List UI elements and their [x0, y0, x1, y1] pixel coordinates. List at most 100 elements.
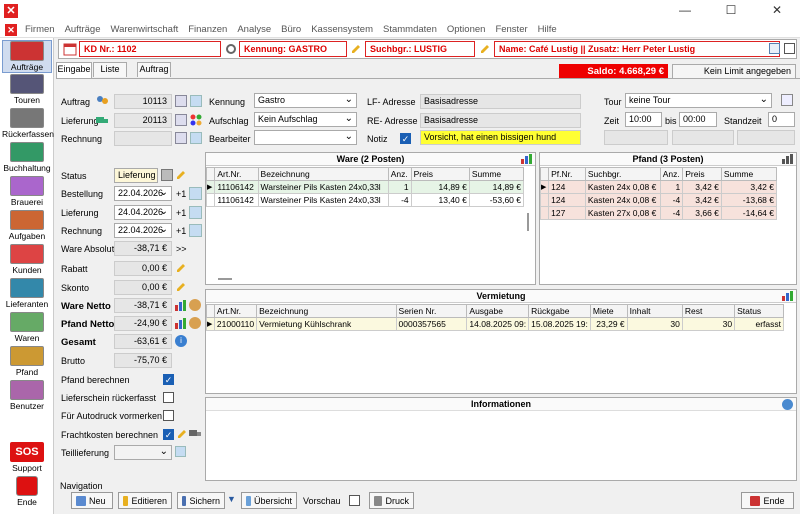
autodruck-checkbox[interactable] [163, 410, 174, 421]
chart-icon[interactable] [782, 291, 793, 301]
aufschlag-select[interactable]: Kein Aufschlag [254, 112, 357, 127]
sidebar-item-waren[interactable]: Waren [2, 312, 52, 343]
grid-icon[interactable] [781, 94, 793, 106]
menu-optionen[interactable]: Optionen [442, 22, 491, 37]
menu-finanzen[interactable]: Finanzen [183, 22, 232, 37]
calendar-button[interactable] [189, 187, 202, 200]
pencil-icon[interactable] [176, 170, 186, 180]
pencil-icon[interactable] [177, 429, 187, 439]
list-icon[interactable] [190, 95, 202, 107]
list-icon[interactable] [175, 446, 186, 457]
pencil-icon[interactable] [176, 282, 186, 292]
close-button[interactable]: ✕ [754, 0, 800, 22]
menu-fenster[interactable]: Fenster [490, 22, 532, 37]
rechnung-date[interactable]: 22.04.2026 [114, 223, 172, 238]
calendar-icon[interactable] [63, 42, 77, 56]
sidebar-item-aufträge[interactable]: Aufträge [2, 40, 52, 73]
column-header[interactable]: Summe [468, 167, 525, 181]
table-row[interactable]: ▶ 11106142 Warsteiner Pils Kasten 24x0,33l… [205, 180, 525, 194]
column-header[interactable]: Inhalt [626, 304, 683, 318]
column-header[interactable]: Status [734, 304, 784, 318]
tab-auftrag[interactable]: Auftrag [137, 62, 171, 77]
sidebar-item-ende[interactable]: Ende [2, 476, 52, 507]
column-header[interactable]: Pf.Nr. [548, 167, 586, 181]
menu-kassensystem[interactable]: Kassensystem [306, 22, 378, 37]
calendar-button[interactable] [189, 206, 202, 219]
sidebar-item-rückerfassen[interactable]: Rückerfassen [2, 108, 54, 139]
table-row[interactable]: 124 Kasten 24x 0,08 € -4 3,42 € -13,68 € [539, 193, 778, 207]
sidebar-item-touren[interactable]: Touren [2, 74, 52, 105]
ende-button[interactable]: Ende [741, 492, 794, 509]
chart-icon[interactable] [175, 317, 187, 329]
column-header[interactable]: Serien Nr. [395, 304, 468, 318]
gear-icon[interactable] [225, 43, 237, 55]
search-icon[interactable] [175, 114, 187, 126]
column-header[interactable]: Art.Nr. [213, 304, 258, 318]
printer-icon[interactable] [161, 169, 173, 181]
column-header[interactable]: Suchbgr. [584, 167, 661, 181]
column-header[interactable]: Preis [682, 167, 722, 181]
checkbox[interactable] [784, 43, 795, 54]
tour-select[interactable]: keine Tour [625, 93, 772, 108]
minimize-button[interactable]: — [662, 0, 708, 22]
tab-eingabe[interactable]: Eingabe [56, 62, 92, 78]
plus-one-button[interactable]: +1 [176, 226, 186, 236]
bestellung-date[interactable]: 22.04.2026 [114, 186, 172, 201]
menu-warenwirtschaft[interactable]: Warenwirtschaft [105, 22, 183, 37]
vorschau-checkbox[interactable] [349, 495, 360, 506]
window-icon[interactable] [769, 43, 780, 54]
column-header[interactable]: Anz. [387, 167, 412, 181]
tab-liste[interactable]: Liste [93, 62, 127, 77]
column-header[interactable]: Bezeichnung [256, 304, 397, 318]
sidebar-item-brauerei[interactable]: Brauerei [2, 176, 52, 207]
kennung-select[interactable]: Gastro [254, 93, 357, 108]
sidebar-item-support[interactable]: SOS Support [2, 442, 52, 473]
table-row[interactable]: 127 Kasten 27x 0,08 € -4 3,66 € -14,64 € [539, 206, 778, 220]
search-icon[interactable] [175, 95, 187, 107]
table-row[interactable]: 11106142 Warsteiner Pils Kasten 24x0,33l -… [205, 193, 525, 207]
menu-firmen[interactable]: Firmen [20, 22, 60, 37]
sidebar-item-aufgaben[interactable]: Aufgaben [2, 210, 52, 241]
sidebar-item-lieferanten[interactable]: Lieferanten [2, 278, 52, 309]
sidebar-item-buchhaltung[interactable]: Buchhaltung [2, 142, 52, 173]
chart-icon[interactable] [521, 154, 532, 164]
menu-aufträge[interactable]: Aufträge [60, 22, 106, 37]
uebersicht-button[interactable]: Übersicht [241, 492, 297, 509]
lieferung-date[interactable]: 24.04.2026 [114, 205, 172, 220]
notiz-field[interactable]: Vorsicht, hat einen bissigen hund [420, 130, 581, 145]
info-icon[interactable]: i [175, 335, 187, 347]
pencil-icon[interactable] [176, 263, 186, 273]
sidebar-item-kunden[interactable]: Kunden [2, 244, 52, 275]
menu-hilfe[interactable]: Hilfe [533, 22, 562, 37]
expand-button[interactable]: >> [176, 244, 187, 254]
column-header[interactable]: Preis [410, 167, 470, 181]
column-header[interactable]: Rest [681, 304, 736, 318]
color-dots-icon[interactable] [190, 114, 202, 126]
plus-one-button[interactable]: +1 [176, 189, 186, 199]
coins-icon[interactable] [189, 317, 201, 329]
notiz-checkbox[interactable]: ✓ [400, 133, 411, 144]
pencil-icon[interactable] [351, 44, 361, 54]
column-header[interactable]: Art.Nr. [214, 167, 259, 181]
table-row[interactable]: ▶ 21000110 Vermietung Kühlschrank 000035756… [206, 317, 784, 331]
frachtkosten-checkbox[interactable]: ✓ [163, 429, 174, 440]
sichern-button[interactable]: Sichern [177, 492, 225, 509]
bearbeiter-select[interactable] [254, 130, 357, 145]
column-header[interactable]: Summe [720, 167, 778, 181]
calendar-button[interactable] [189, 224, 202, 237]
standzeit-field[interactable]: 0 [768, 112, 795, 127]
pfand-berechnen-checkbox[interactable]: ✓ [163, 374, 174, 385]
sidebar-item-pfand[interactable]: Pfand [2, 346, 52, 377]
druck-button[interactable]: Druck [369, 492, 414, 509]
column-header[interactable]: Bezeichnung [257, 167, 389, 181]
maximize-button[interactable]: ☐ [708, 0, 754, 22]
zeit-bis-field[interactable]: 00:00 [679, 112, 717, 127]
chevron-down-icon[interactable]: ▼ [227, 494, 238, 507]
search-icon[interactable] [175, 132, 187, 144]
editieren-button[interactable]: Editieren [118, 492, 172, 509]
lieferschein-checkbox[interactable] [163, 392, 174, 403]
table-row[interactable]: ▶ 124 Kasten 24x 0,08 €1 3,42 €3,42 € [539, 180, 778, 194]
menu-büro[interactable]: Büro [276, 22, 306, 37]
menu-stammdaten[interactable]: Stammdaten [378, 22, 442, 37]
sidebar-item-benutzer[interactable]: Benutzer [2, 380, 52, 411]
